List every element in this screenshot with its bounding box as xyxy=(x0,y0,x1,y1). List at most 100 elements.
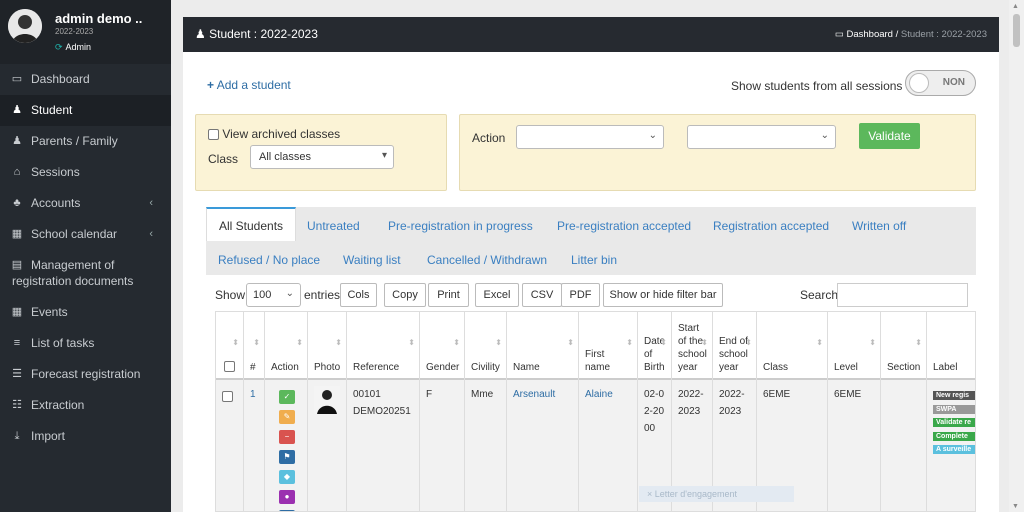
breadcrumb: ▭ Dashboard / Student : 2022-2023 xyxy=(835,29,987,40)
scroll-down-icon[interactable]: ▼ xyxy=(1012,503,1019,510)
row-number[interactable]: 1 xyxy=(244,380,265,511)
class-select[interactable]: All classes ▾ xyxy=(250,145,394,169)
status-icon: ⟳ xyxy=(55,42,63,52)
sidebar-item-import[interactable]: ⤓ Import xyxy=(0,421,171,452)
sidebar-item-label: Extraction xyxy=(31,398,85,412)
comment-icon[interactable]: ● xyxy=(279,490,295,504)
sidebar-item-list-of-tasks[interactable]: ≡ List of tasks xyxy=(0,328,171,359)
sort-icon: ⬍ xyxy=(408,338,415,347)
tab-registration-accepted[interactable]: Registration accepted xyxy=(713,207,829,233)
copy-button[interactable]: Copy xyxy=(384,283,426,307)
check-icon[interactable]: ✓ xyxy=(279,390,295,404)
column-header[interactable]: Date of Birth ⬍ xyxy=(638,312,672,380)
print-button[interactable]: Print xyxy=(428,283,469,307)
row-name[interactable]: Arsenault xyxy=(507,380,579,511)
sidebar-item-extraction[interactable]: ☷ Extraction xyxy=(0,390,171,421)
breadcrumb-home[interactable]: Dashboard xyxy=(846,29,892,40)
profile-name[interactable]: admin demo .. xyxy=(55,11,142,26)
column-header[interactable]: Label xyxy=(927,312,975,380)
add-student-label: Add a student xyxy=(216,78,291,92)
excel-button[interactable]: Excel xyxy=(475,283,519,307)
column-header[interactable]: Name ⬍ xyxy=(507,312,579,380)
flag-icon[interactable]: ⚑ xyxy=(279,450,295,464)
action-select[interactable]: ⌄ xyxy=(516,125,664,149)
student-photo[interactable] xyxy=(314,386,340,414)
csv-button[interactable]: CSV xyxy=(522,283,562,307)
sidebar-item-school-calendar[interactable]: ▦ School calendar ‹ xyxy=(0,219,171,250)
sidebar-item-parents-family[interactable]: ♟ Parents / Family xyxy=(0,126,171,157)
list-alt-icon: ☰ xyxy=(12,368,22,380)
search-input[interactable] xyxy=(837,283,968,307)
sidebar-item-sessions[interactable]: ⌂ Sessions xyxy=(0,157,171,188)
sidebar: admin demo .. 2022-2023 ⟳ Admin ▭ Dashboar… xyxy=(0,0,171,512)
sidebar-item-dashboard[interactable]: ▭ Dashboard xyxy=(0,64,171,95)
avatar[interactable] xyxy=(8,9,42,43)
column-header[interactable]: Class ⬍ xyxy=(757,312,828,380)
entries-select[interactable]: 100 ⌄ xyxy=(246,283,301,307)
row-checkbox[interactable] xyxy=(222,390,233,402)
file-icon: ▤ xyxy=(11,259,23,271)
sidebar-item-label: Student xyxy=(31,103,73,117)
minus-icon[interactable]: − xyxy=(279,430,295,444)
user-icon: ♟ xyxy=(195,27,206,41)
column-header[interactable]: Photo ⬍ xyxy=(308,312,347,380)
action-target-select[interactable]: ⌄ xyxy=(687,125,836,149)
column-header[interactable]: Section ⬍ xyxy=(881,312,927,380)
archived-classes-option[interactable]: View archived classes xyxy=(208,127,340,141)
sidebar-item-student[interactable]: ♟ Student xyxy=(0,95,171,126)
column-header[interactable]: Civility ⬍ xyxy=(465,312,507,380)
tab-written-off[interactable]: Written off xyxy=(852,207,906,233)
all-sessions-toggle[interactable]: NON xyxy=(905,70,976,96)
page-scrollbar[interactable]: ▲ ▼ xyxy=(1009,0,1024,512)
sidebar-item-label: Forecast registration xyxy=(31,367,141,381)
validate-button[interactable]: Validate xyxy=(859,123,920,149)
scroll-up-icon[interactable]: ▲ xyxy=(1012,3,1019,10)
cols-button[interactable]: Cols xyxy=(340,283,377,307)
tab-untreated[interactable]: Untreated xyxy=(307,207,360,233)
column-header[interactable]: Action ⬍ xyxy=(265,312,308,380)
edit-icon[interactable]: ✎ xyxy=(279,410,295,424)
archived-checkbox[interactable] xyxy=(208,129,219,141)
person-icon: ♟ xyxy=(12,135,22,147)
tab-pre-registration-accepted[interactable]: Pre-registration accepted xyxy=(557,207,691,233)
sort-icon: ⬍ xyxy=(626,338,633,347)
row-first-name[interactable]: Alaine xyxy=(579,380,638,511)
chevron-down-icon: ⌄ xyxy=(648,130,657,141)
column-header[interactable]: Start of the school year ⬍ xyxy=(672,312,713,380)
add-student-link[interactable]: + Add a student xyxy=(207,78,291,92)
tab-pre-registration-in-progress[interactable]: Pre-registration in progress xyxy=(388,207,533,233)
label-badge: SWPA xyxy=(933,404,975,414)
column-header[interactable]: First name ⬍ xyxy=(579,312,638,380)
chevron-down-icon: ⌄ xyxy=(820,130,829,141)
column-header[interactable]: # ⬍ xyxy=(244,312,265,380)
tag-icon[interactable]: ◆ xyxy=(279,470,295,484)
search-label: Search: xyxy=(800,288,842,302)
status-tabs: All Students Untreated Pre-registration in… xyxy=(206,207,976,275)
column-header[interactable]: Reference ⬍ xyxy=(347,312,420,380)
tab-litter-bin[interactable]: Litter bin xyxy=(571,241,617,267)
show-or-hide-filter-bar-button[interactable]: Show or hide filter bar xyxy=(603,283,723,307)
column-header[interactable]: ⬍ xyxy=(216,312,244,380)
sidebar-item-management-of[interactable]: ▤ Management of registration documents xyxy=(0,250,171,297)
sort-icon: ⬍ xyxy=(335,338,342,347)
sidebar-item-events[interactable]: ▦ Events xyxy=(0,297,171,328)
sidebar-item-forecast-registration[interactable]: ☰ Forecast registration xyxy=(0,359,171,390)
select-all-checkbox[interactable] xyxy=(224,361,235,372)
table-row: 1 ✓✎−⚑◆●• 00101DEMO20251 F Mme Arsenault… xyxy=(216,380,975,511)
tab-cancelled-withdrawn[interactable]: Cancelled / Withdrawn xyxy=(427,241,547,267)
column-header[interactable]: Level ⬍ xyxy=(828,312,881,380)
column-header[interactable]: End of school year ⬍ xyxy=(713,312,757,380)
scroll-thumb[interactable] xyxy=(1013,14,1020,47)
sort-icon: ⬍ xyxy=(253,338,260,347)
column-header[interactable]: Gender ⬍ xyxy=(420,312,465,380)
tab-waiting-list[interactable]: Waiting list xyxy=(343,241,401,267)
class-label: Class xyxy=(208,152,239,166)
class-select-value: All classes xyxy=(259,151,311,163)
pdf-button[interactable]: PDF xyxy=(561,283,600,307)
sort-icon: ⬍ xyxy=(869,338,876,347)
profile-role: ⟳ Admin xyxy=(55,42,91,53)
tab-all-students[interactable]: All Students xyxy=(206,207,297,241)
sidebar-item-accounts[interactable]: ♣ Accounts ‹ xyxy=(0,188,171,219)
column-header-label: Section xyxy=(887,362,921,373)
tab-refused-no-place[interactable]: Refused / No place xyxy=(218,241,320,267)
